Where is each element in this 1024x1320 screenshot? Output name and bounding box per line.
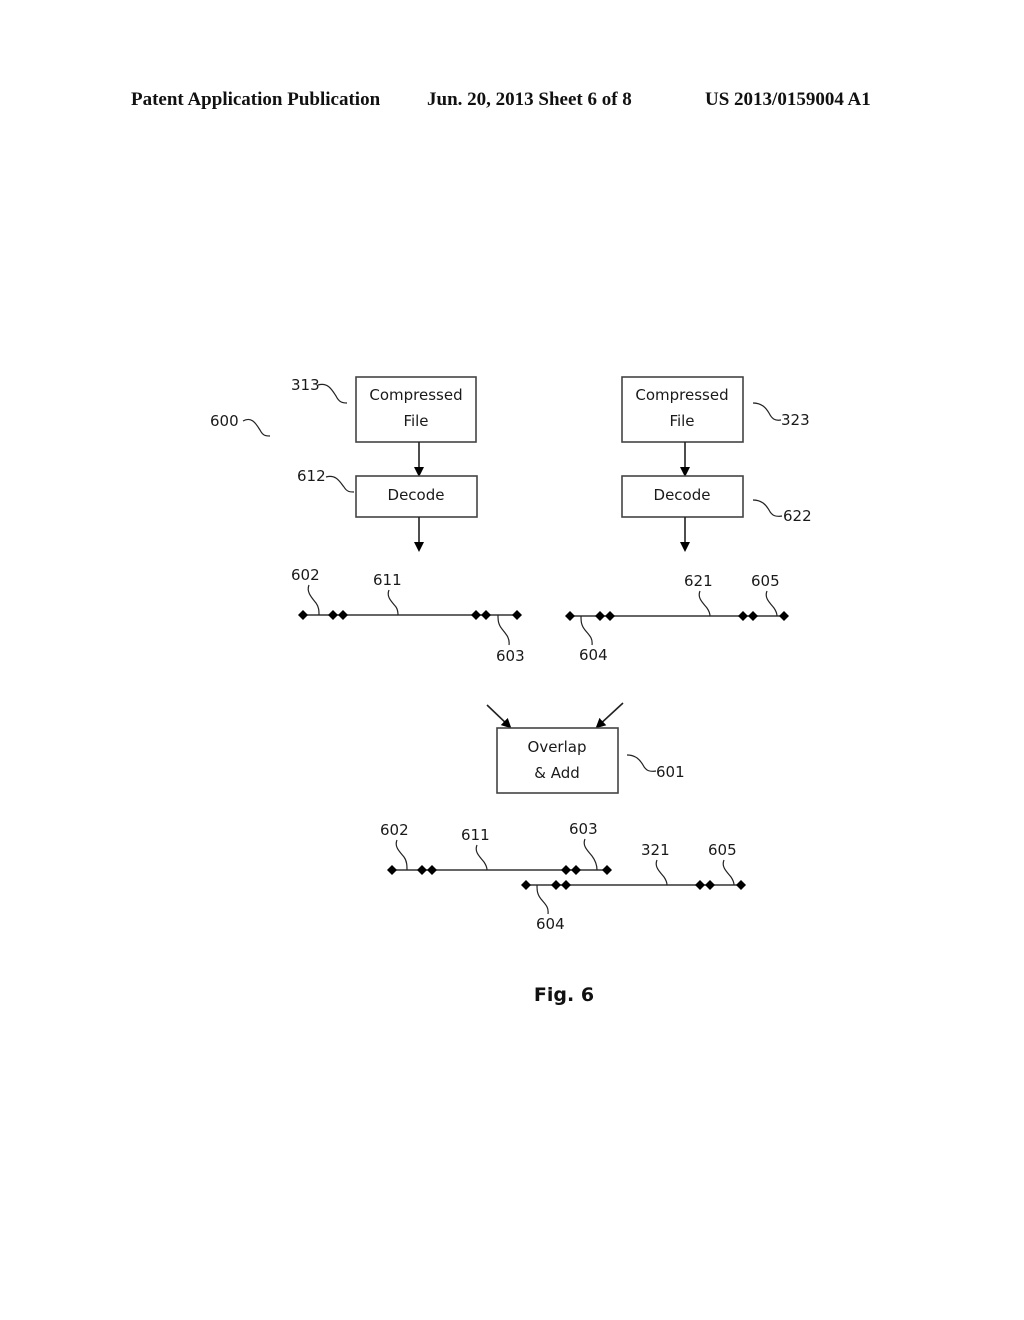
ref-label-605-combined: 605	[708, 841, 737, 859]
leader-313	[317, 383, 348, 404]
block-text-line2: & Add	[534, 764, 580, 782]
figure-6-diagram: 600 Compressed File 313 Decode 612 Compr…	[210, 376, 812, 1006]
leader-603-combined	[583, 838, 598, 871]
diamond-marker-icon	[602, 865, 612, 875]
leader-612	[325, 475, 355, 493]
leader-603	[497, 614, 510, 646]
ref-label-604: 604	[579, 646, 608, 664]
diamond-marker-icon	[748, 611, 758, 621]
diamond-marker-icon	[512, 610, 522, 620]
ref-label-622: 622	[783, 507, 812, 525]
leader-611-combined	[475, 844, 488, 871]
diamond-marker-icon	[427, 865, 437, 875]
ref-label-603: 603	[496, 647, 525, 665]
timeline-combined-top	[387, 865, 612, 875]
block-text-line1: Compressed	[369, 386, 462, 404]
leader-611	[387, 589, 399, 616]
block-compressed-file-323: Compressed File	[621, 376, 744, 443]
diamond-marker-icon	[298, 610, 308, 620]
leader-601	[626, 754, 657, 772]
leader-321	[655, 859, 668, 886]
block-decode-612: Decode	[355, 475, 478, 518]
ref-label-600: 600	[210, 412, 239, 430]
diamond-marker-icon	[595, 611, 605, 621]
diamond-marker-icon	[417, 865, 427, 875]
leader-621	[698, 590, 711, 617]
diamond-marker-icon	[705, 880, 715, 890]
diamond-marker-icon	[738, 611, 748, 621]
diamond-marker-icon	[779, 611, 789, 621]
diamond-marker-icon	[736, 880, 746, 890]
ref-label-605: 605	[751, 572, 780, 590]
leader-323	[752, 402, 782, 421]
leader-600	[242, 418, 271, 437]
block-overlap-add-601: Overlap & Add	[496, 727, 619, 794]
ref-label-602: 602	[291, 566, 320, 584]
block-text-line1: Overlap	[528, 738, 587, 756]
diamond-marker-icon	[481, 610, 491, 620]
leader-605	[765, 590, 778, 617]
ref-label-601: 601	[656, 763, 685, 781]
block-text: Decode	[654, 486, 711, 504]
leader-605-combined	[722, 859, 735, 886]
diamond-marker-icon	[328, 610, 338, 620]
ref-label-313: 313	[291, 376, 320, 394]
leader-622	[752, 499, 783, 517]
ref-label-604-combined: 604	[536, 915, 565, 933]
timeline-combined-bottom	[521, 880, 746, 890]
ref-label-321: 321	[641, 841, 670, 859]
figure-caption: Fig. 6	[534, 984, 594, 1006]
leader-602-combined	[395, 839, 408, 871]
diamond-marker-icon	[551, 880, 561, 890]
block-text-line2: File	[403, 412, 428, 430]
leader-602	[307, 584, 320, 616]
diamond-marker-icon	[338, 610, 348, 620]
block-text: Decode	[388, 486, 445, 504]
ref-label-323: 323	[781, 411, 810, 429]
leader-604	[580, 615, 593, 646]
diamond-marker-icon	[387, 865, 397, 875]
diamond-marker-icon	[471, 610, 481, 620]
diamond-marker-icon	[571, 865, 581, 875]
ref-label-612: 612	[297, 467, 326, 485]
ref-label-603-combined: 603	[569, 820, 598, 838]
leader-604-combined	[536, 884, 549, 915]
ref-label-602-combined: 602	[380, 821, 409, 839]
timeline-decoded-1	[298, 610, 522, 620]
diamond-marker-icon	[605, 611, 615, 621]
diamond-marker-icon	[521, 880, 531, 890]
ref-label-611-combined: 611	[461, 826, 490, 844]
block-compressed-file-313: Compressed File	[355, 376, 477, 443]
ref-label-611: 611	[373, 571, 402, 589]
diamond-marker-icon	[561, 880, 571, 890]
block-text-line2: File	[669, 412, 694, 430]
block-decode-622: Decode	[621, 475, 744, 518]
ref-label-621: 621	[684, 572, 713, 590]
diamond-marker-icon	[565, 611, 575, 621]
arrow-diagonal-icon	[486, 704, 512, 729]
diamond-marker-icon	[695, 880, 705, 890]
block-text-line1: Compressed	[635, 386, 728, 404]
arrow-diagonal-icon	[595, 702, 624, 729]
timeline-decoded-2	[565, 611, 789, 621]
diamond-marker-icon	[561, 865, 571, 875]
